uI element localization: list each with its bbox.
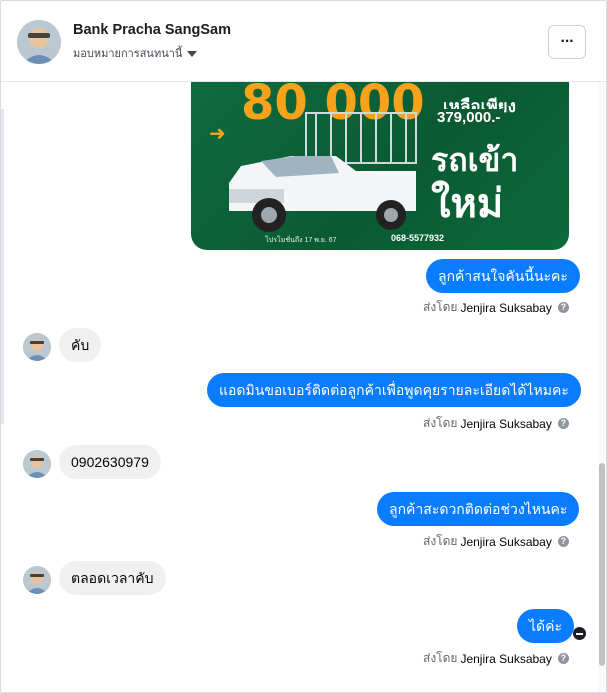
assign-conversation-label: มอบหมายการสนทนานี้ [73,48,183,60]
more-options-icon: ··· [560,33,575,50]
chevron-down-icon [187,51,198,57]
sent-by-label: ส่งโดย Jenjira Suksabay ? [423,414,569,433]
sent-by-prefix: ส่งโดย [423,416,458,430]
scrollbar-thumb[interactable] [599,463,605,666]
sender-name[interactable]: Jenjira Suksabay [460,417,551,431]
sent-by-label: ส่งโดย Jenjira Suksabay ? [423,298,569,317]
message-bubble-incoming[interactable]: 0902630979 [59,445,161,479]
info-icon[interactable]: ? [557,418,569,429]
avatar[interactable] [17,20,61,64]
promo-price: 379,000.- [433,109,505,126]
sent-by-label: ส่งโดย Jenjira Suksabay ? [423,532,569,551]
contact-name[interactable]: Bank Pracha SangSam [73,22,231,38]
assign-conversation-dropdown[interactable]: มอบหมายการสนทนานี้ [73,44,198,62]
avatar[interactable] [23,450,51,478]
sent-by-prefix: ส่งโดย [423,651,458,665]
promo-phone: 068-5577932 [391,233,445,243]
message-bubble-outgoing[interactable]: ลูกค้าสนใจคันนี้นะคะ [426,259,580,293]
message-bubble-outgoing[interactable]: ลูกค้าสะดวกติดต่อช่วงไหนคะ [377,492,580,526]
promo-image-attachment[interactable]: 80 000 ➜ เหลือเพียง 379,000.- รถเข้า ใหม… [191,81,569,250]
avatar[interactable] [23,333,51,361]
message-bubble-incoming[interactable]: คับ [59,328,102,362]
message-bubble-outgoing[interactable]: ได้ค่ะ [517,609,575,643]
info-icon[interactable]: ? [557,302,569,313]
info-icon[interactable]: ? [557,536,569,547]
sender-name[interactable]: Jenjira Suksabay [460,535,551,549]
sender-name[interactable]: Jenjira Suksabay [460,652,551,666]
thread-divider [1,109,4,424]
sent-by-prefix: ส่งโดย [423,534,458,548]
info-icon[interactable]: ? [557,653,569,664]
promo-footer-text: โปรโมชั่นถึง 17 พ.ย. 67 [265,237,337,244]
chat-window: Bank Pracha SangSam มอบหมายการสนทนานี้ ·… [0,0,607,693]
sent-by-label: ส่งโดย Jenjira Suksabay ? [423,649,569,668]
message-bubble-incoming[interactable]: ตลอดเวลาคับ [59,561,166,595]
message-bubble-outgoing[interactable]: แอดมินขอเบอร์ติดต่อลูกค้าเพื่อพูดคุยรายล… [207,373,581,407]
sender-name[interactable]: Jenjira Suksabay [460,301,551,315]
pickup-truck-image [229,112,417,232]
more-options-button[interactable]: ··· [548,25,586,59]
conversation-header: Bank Pracha SangSam มอบหมายการสนทนานี้ ·… [1,1,606,82]
avatar[interactable] [23,566,51,594]
sent-by-prefix: ส่งโดย [423,300,458,314]
seen-avatar-icon [573,627,586,640]
promo-headline-2: ใหม่ [431,182,504,226]
